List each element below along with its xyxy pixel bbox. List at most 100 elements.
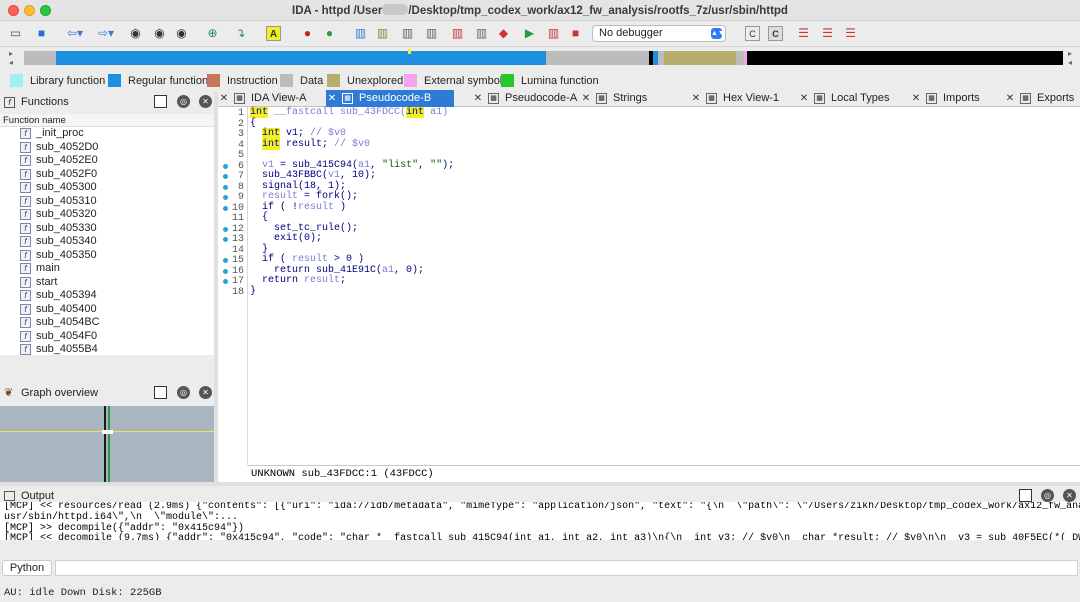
list-view-icon[interactable]: ☰ <box>796 26 811 41</box>
record-icon[interactable]: ● <box>300 26 315 41</box>
binary-search-icon[interactable]: ◉ <box>128 26 143 41</box>
breakpoint-dot-icon[interactable] <box>223 268 228 274</box>
breakpoint-dot-icon[interactable] <box>223 195 228 200</box>
close-panel-button[interactable]: ✕ <box>199 386 212 399</box>
stop-icon[interactable]: ■ <box>568 26 583 41</box>
function-list-item[interactable]: f sub_405320 <box>0 208 214 222</box>
function-list-item[interactable]: f sub_4052F0 <box>0 168 214 182</box>
graph-overview-canvas[interactable] <box>0 406 214 482</box>
function-list-item[interactable]: f sub_405310 <box>0 195 214 209</box>
close-tab-icon[interactable]: ✕ <box>580 90 592 107</box>
nav-segment-unexplored <box>664 51 736 65</box>
search-next-icon[interactable]: ◉ <box>174 26 189 41</box>
undefine-icon[interactable]: ◆ <box>496 26 511 41</box>
close-panel-button[interactable]: ✕ <box>199 95 212 108</box>
c-header-icon[interactable]: C <box>745 26 760 41</box>
jump-icon[interactable]: ⊕ <box>205 26 220 41</box>
breakpoint-dot-icon[interactable] <box>223 184 228 190</box>
function-list-item[interactable]: f sub_405350 <box>0 249 214 263</box>
function-list-item[interactable]: f _init_proc <box>0 127 214 141</box>
create-string-icon[interactable]: ▥ <box>375 26 390 41</box>
close-panel-button[interactable]: ✕ <box>1063 489 1076 502</box>
function-list-item[interactable]: f sub_405300 <box>0 181 214 195</box>
function-icon: f <box>20 317 31 328</box>
tab-pseudocode-a[interactable]: ✕ ▦ Pseudocode-A <box>472 90 580 107</box>
breakpoint-dot-icon[interactable] <box>223 226 228 232</box>
close-tab-icon[interactable]: ✕ <box>690 90 702 107</box>
list-remove-icon[interactable]: ☰ <box>820 26 835 41</box>
maximize-panel-button[interactable] <box>1019 489 1032 502</box>
function-list-item[interactable]: f sub_405394 <box>0 289 214 303</box>
tab-ida-view-a[interactable]: ✕ ▦ IDA View-A <box>218 90 326 107</box>
nav-arrows-icon[interactable]: ▸ ◂ <box>1068 49 1072 67</box>
tab-local-types[interactable]: ✕ ▦ Local Types <box>798 90 910 107</box>
function-list-item[interactable]: f sub_4054BC <box>0 316 214 330</box>
close-tab-icon[interactable]: ✕ <box>472 90 484 107</box>
functions-list[interactable]: f _init_proc f sub_4052D0 f sub_4052E0 f sub_40… <box>0 127 214 355</box>
struct-icon[interactable]: ▥ <box>450 26 465 41</box>
python-language-button[interactable]: Python <box>2 560 52 576</box>
tab-hex-view-1[interactable]: ✕ ▦ Hex View-1 <box>690 90 798 107</box>
navigation-band[interactable] <box>24 49 1063 65</box>
code-line[interactable]: int result; // $v0 <box>250 138 370 151</box>
save-icon[interactable]: ■ <box>34 26 49 41</box>
function-icon: f <box>20 182 31 193</box>
tab-pseudocode-b[interactable]: ✕ ▦ Pseudocode-B <box>326 90 454 107</box>
code-line[interactable]: return result; <box>250 275 346 287</box>
close-tab-icon[interactable]: ✕ <box>326 90 338 107</box>
start-debug-icon[interactable]: ▶ <box>522 26 537 41</box>
breakpoint-dot-icon[interactable] <box>223 205 228 211</box>
breakpoint-dot-icon[interactable] <box>223 163 228 169</box>
function-list-item[interactable]: f sub_405400 <box>0 303 214 317</box>
code-line[interactable]: int __fastcall sub_43FDCC(int a1) <box>250 107 448 119</box>
pseudocode-view[interactable]: 1 2 3 4 5 6 7 8 9 10 11 12 13 14 15 16 17 18 int __fastca… <box>218 107 1080 482</box>
font-color-icon[interactable]: A <box>266 26 281 41</box>
open-folder-icon[interactable]: ▭ <box>8 26 23 41</box>
function-list-item[interactable]: f sub_4052E0 <box>0 154 214 168</box>
pseudocode-toggle-icon[interactable]: C <box>768 26 783 41</box>
globe-icon[interactable]: ● <box>322 26 337 41</box>
code-token: result <box>292 254 329 265</box>
nav-arrows-icon[interactable]: ▸ ◂ <box>9 49 13 67</box>
step-icon[interactable]: ↴ <box>233 26 248 41</box>
float-panel-button[interactable]: ◎ <box>1041 489 1054 502</box>
breakpoint-dot-icon[interactable] <box>223 174 228 179</box>
code-line[interactable]: } <box>250 286 256 298</box>
close-tab-icon[interactable]: ✕ <box>910 90 922 107</box>
float-panel-button[interactable]: ◎ <box>177 95 190 108</box>
output-log[interactable]: [MCP] << resources/read (2.9ms) {"conten… <box>0 502 1080 540</box>
tab-exports[interactable]: ✕ ▦ Exports <box>1004 90 1080 107</box>
function-list-item[interactable]: f sub_405330 <box>0 222 214 236</box>
list-collapse-icon[interactable]: ☰ <box>843 26 858 41</box>
text-search-icon[interactable]: ◉ <box>152 26 167 41</box>
python-command-input[interactable] <box>55 560 1078 576</box>
close-tab-icon[interactable]: ✕ <box>798 90 810 107</box>
breakpoint-dot-icon[interactable] <box>223 279 228 284</box>
maximize-panel-button[interactable] <box>154 386 167 399</box>
breakpoint-dot-icon[interactable] <box>223 258 228 263</box>
code-token: , 10); <box>340 170 377 181</box>
function-list-item[interactable]: f sub_4054F0 <box>0 330 214 344</box>
forward-icon[interactable]: ⇨▾ <box>95 26 117 41</box>
function-list-item[interactable]: f sub_4052D0 <box>0 141 214 155</box>
float-panel-button[interactable]: ◎ <box>177 386 190 399</box>
convert-icon[interactable]: ▥ <box>424 26 439 41</box>
create-data-icon[interactable]: ▥ <box>400 26 415 41</box>
function-name-column-header[interactable]: Function name <box>0 114 214 127</box>
tab-imports[interactable]: ✕ ▦ Imports <box>910 90 1004 107</box>
close-tab-icon[interactable]: ✕ <box>1004 90 1016 107</box>
back-icon[interactable]: ⇦▾ <box>64 26 86 41</box>
debugger-select[interactable]: No debugger ▲▼ <box>592 25 726 42</box>
chevron-down-icon: ▲▼ <box>711 28 725 39</box>
close-tab-icon[interactable]: ✕ <box>218 90 230 107</box>
pause-icon[interactable]: ▥ <box>546 26 561 41</box>
array-icon[interactable]: ▥ <box>474 26 489 41</box>
function-list-item[interactable]: f sub_405340 <box>0 235 214 249</box>
create-function-icon[interactable]: ▥ <box>353 26 368 41</box>
function-list-item[interactable]: f main <box>0 262 214 276</box>
tab-strings[interactable]: ✕ ▦ Strings <box>580 90 690 107</box>
function-list-item[interactable]: f start <box>0 276 214 290</box>
maximize-panel-button[interactable] <box>154 95 167 108</box>
breakpoint-dot-icon[interactable] <box>223 237 228 242</box>
function-list-item[interactable]: f sub_4055B4 <box>0 343 214 355</box>
